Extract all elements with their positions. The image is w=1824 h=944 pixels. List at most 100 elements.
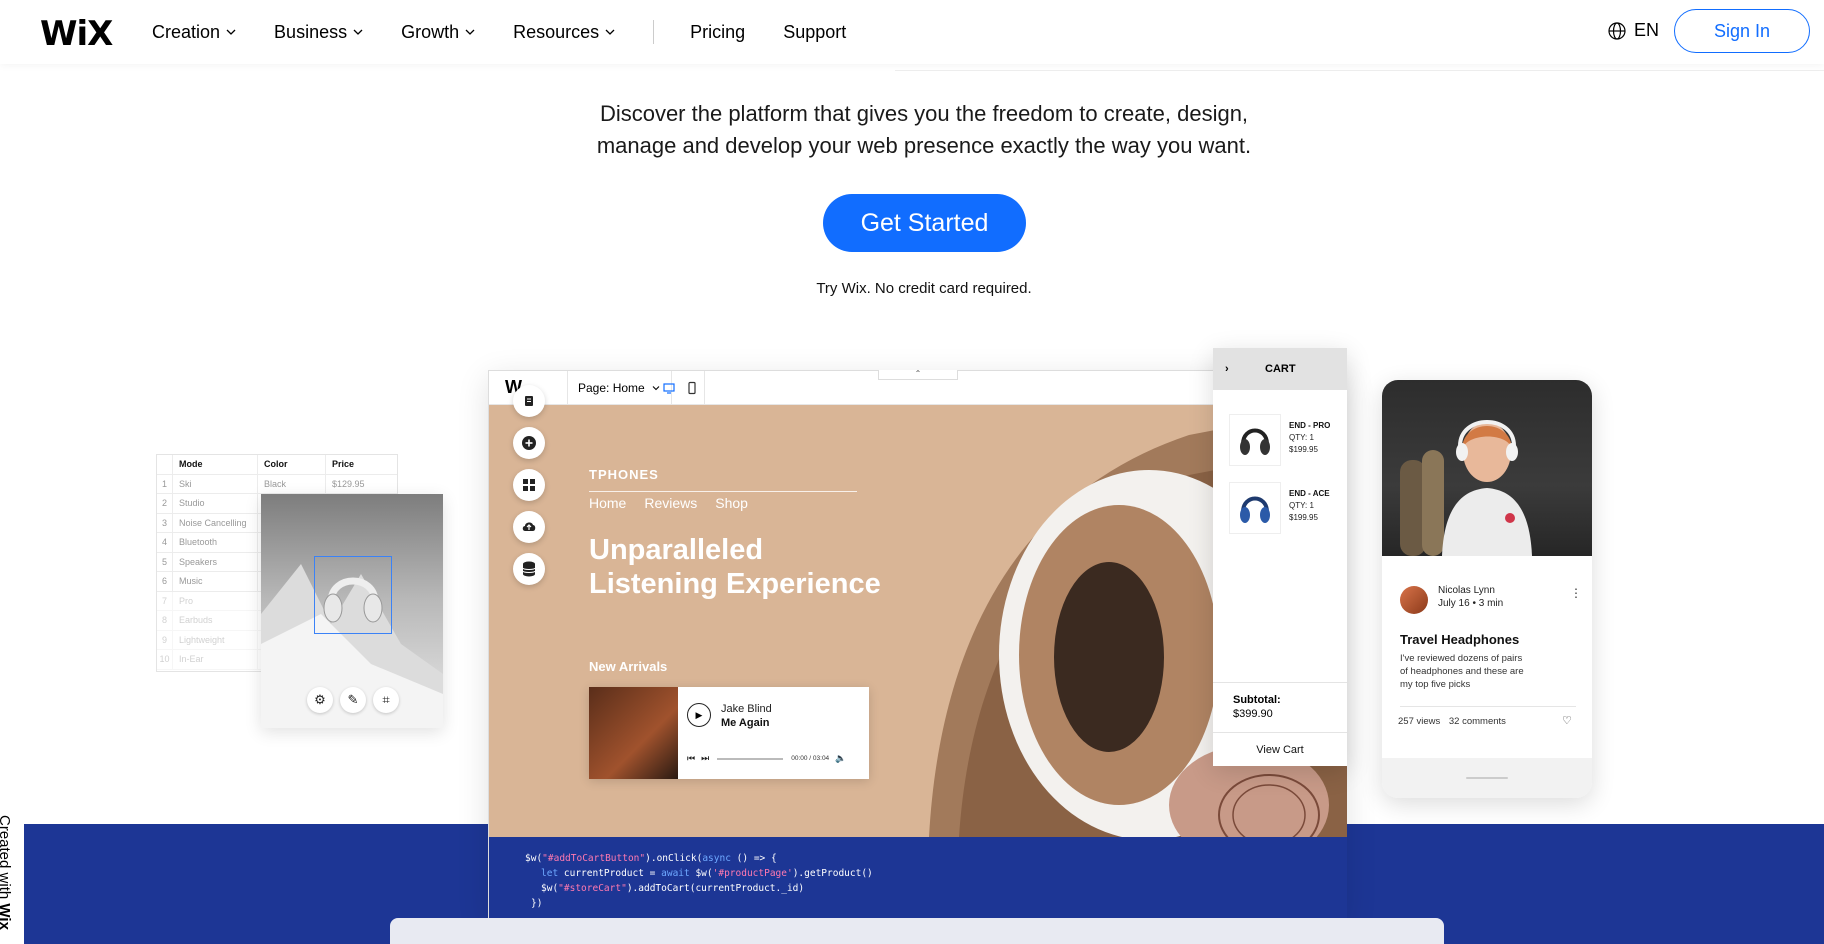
cell-mode: Music — [173, 572, 258, 591]
cell-mode: Studio — [173, 494, 258, 513]
product-photo-card: ⚙ ✎ ⌗ — [261, 494, 443, 728]
nav-creation[interactable]: Creation — [152, 22, 236, 43]
nav-support[interactable]: Support — [783, 22, 846, 43]
cart-item-qty: QTY: 1 — [1289, 501, 1314, 510]
site-nav: Home Reviews Shop — [589, 495, 766, 511]
headphones-icon — [1240, 496, 1270, 523]
code-token: let — [541, 868, 559, 879]
blog-hero-image — [1382, 380, 1592, 556]
view-cart-button[interactable]: View Cart — [1213, 732, 1347, 766]
pencil-icon[interactable]: ✎ — [340, 687, 366, 713]
row-number: 10 — [157, 650, 173, 669]
site-nav-reviews[interactable]: Reviews — [644, 495, 697, 511]
row-number: 2 — [157, 494, 173, 513]
site-brand-underline — [589, 491, 857, 492]
language-label: EN — [1634, 20, 1660, 40]
wix-logo[interactable]: WiX — [40, 14, 113, 54]
apps-icon[interactable] — [513, 469, 545, 501]
heart-icon[interactable]: ♡ — [1562, 714, 1572, 727]
post-meta: Nicolas Lynn July 16 • 3 min — [1438, 584, 1503, 610]
page-selector[interactable]: Page: Home — [567, 371, 672, 405]
settings-icon[interactable]: ⚙ — [307, 687, 333, 713]
chevron-down-icon — [226, 29, 236, 35]
headphones-icon — [1240, 428, 1270, 455]
get-started-button[interactable]: Get Started — [823, 194, 1026, 252]
table-corner — [157, 455, 173, 474]
site-headline: Unparalleled Listening Experience — [589, 533, 929, 601]
next-icon[interactable]: ⏭ — [701, 753, 709, 764]
selection-box[interactable] — [314, 556, 392, 634]
nav-business[interactable]: Business — [274, 22, 363, 43]
site-nav-home[interactable]: Home — [589, 495, 626, 511]
created-with-brand: Wix — [0, 903, 13, 930]
subtotal-label: Subtotal: — [1233, 694, 1281, 706]
add-icon[interactable] — [513, 427, 545, 459]
product-thumbnail — [1229, 414, 1281, 466]
avatar[interactable] — [1400, 586, 1428, 614]
nav-growth-label: Growth — [401, 21, 460, 42]
pages-icon[interactable] — [513, 385, 545, 417]
nav-pricing[interactable]: Pricing — [690, 22, 745, 43]
cart-header: › CART — [1213, 348, 1347, 390]
cart-item[interactable]: END - ACE QTY: 1 $199.95 — [1229, 482, 1339, 538]
row-number: 8 — [157, 611, 173, 630]
site-nav-shop[interactable]: Shop — [715, 495, 748, 511]
desktop-icon[interactable] — [662, 381, 676, 395]
cell-price: $129.95 — [332, 478, 365, 489]
album-art — [589, 687, 678, 779]
blog-phone-mockup: Nicolas Lynn July 16 • 3 min ⋮ Travel He… — [1382, 380, 1592, 798]
chevron-right-icon[interactable]: › — [1225, 363, 1265, 375]
post-title[interactable]: Travel Headphones — [1400, 632, 1519, 647]
site-headline-line: Listening Experience — [589, 568, 881, 600]
volume-icon[interactable]: 🔈 — [835, 753, 846, 764]
player-controls: ⏮ ⏭ 00:00 / 03:04 🔈 — [687, 753, 846, 764]
code-token: async — [702, 853, 731, 864]
database-icon[interactable] — [513, 553, 545, 585]
crop-icon[interactable]: ⌗ — [373, 687, 399, 713]
more-options-icon[interactable]: ⋮ — [1570, 586, 1582, 600]
author-name: Nicolas Lynn — [1438, 585, 1495, 596]
row-number: 5 — [157, 552, 173, 571]
post-divider — [1400, 706, 1576, 707]
mobile-icon[interactable] — [685, 381, 699, 395]
product-thumbnail — [1229, 482, 1281, 534]
nav-creation-label: Creation — [152, 21, 221, 42]
cart-subtotal: Subtotal: $399.90 — [1213, 682, 1347, 721]
image-tools: ⚙ ✎ ⌗ — [307, 687, 406, 713]
chevron-up-icon[interactable]: ⌃ — [878, 370, 958, 380]
code-line: }) — [531, 898, 543, 909]
hero-description: Discover the platform that gives you the… — [0, 98, 1824, 162]
hero-divider — [895, 70, 1824, 71]
post-date: July 16 • 3 min — [1438, 598, 1504, 609]
nav-resources[interactable]: Resources — [513, 22, 615, 43]
play-icon[interactable]: ▶ — [687, 703, 711, 727]
nav-growth[interactable]: Growth — [401, 22, 475, 43]
code-token: await — [661, 868, 690, 879]
sign-in-button[interactable]: Sign In — [1674, 9, 1810, 53]
page-selector-label: Page: Home — [578, 381, 645, 395]
created-with-prefix: Created with — [0, 815, 13, 900]
nav-business-label: Business — [274, 21, 348, 42]
subtotal-value: $399.90 — [1233, 708, 1273, 720]
post-stats: 257 views 32 comments — [1398, 716, 1506, 727]
row-number: 7 — [157, 591, 173, 610]
created-with-label[interactable]: Created with Wix — [0, 815, 13, 930]
nav-resources-label: Resources — [513, 21, 600, 42]
row-number: 9 — [157, 630, 173, 649]
cart-item-info: END - PRO QTY: 1 $199.95 — [1289, 420, 1330, 456]
progress-bar[interactable] — [717, 757, 784, 760]
code-line: let currentProduct = await $w('#productP… — [525, 866, 1347, 881]
language-selector[interactable]: EN — [1608, 20, 1659, 41]
main-nav: Creation Business Growth Resources Prici… — [152, 20, 884, 44]
cta-note: Try Wix. No credit card required. — [816, 280, 1032, 297]
cell-mode: Lightweight — [173, 630, 258, 649]
cart-item[interactable]: END - PRO QTY: 1 $199.95 — [1229, 414, 1339, 470]
column-header: Price — [332, 459, 355, 470]
chevron-down-icon — [353, 29, 363, 35]
post-comments: 32 comments — [1448, 716, 1506, 727]
site-headline-line: Unparalleled — [589, 534, 764, 566]
previous-icon[interactable]: ⏮ — [687, 753, 695, 764]
cell-color: Black — [258, 474, 326, 493]
cart-title: CART — [1265, 363, 1296, 375]
upload-icon[interactable] — [513, 511, 545, 543]
